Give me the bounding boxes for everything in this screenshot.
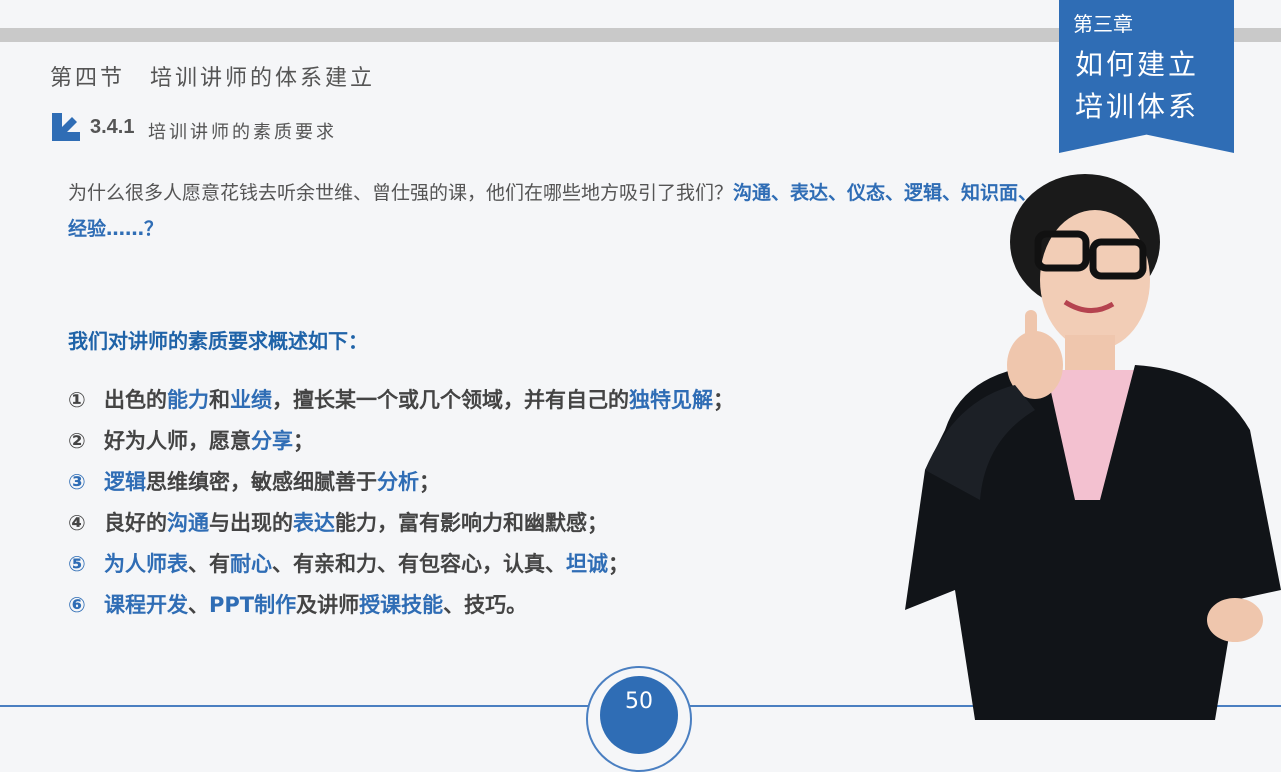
subsection-title: 培训讲师的素质要求 <box>148 122 337 143</box>
arrow-down-right-icon <box>52 113 80 141</box>
item-text: 能力，富有影响力和幽默感； <box>335 511 608 535</box>
highlight-text: PPT制作 <box>209 593 297 617</box>
item-text: 、 <box>188 593 209 617</box>
list-item: ⑤ 为人师表、有耐心、有亲和力、有包容心，认真、坦诚； <box>68 548 734 589</box>
item-text: 和 <box>209 388 230 412</box>
highlight-text: 业绩 <box>230 388 272 412</box>
highlight-text: 逻辑 <box>104 470 146 494</box>
highlight-text: 表达 <box>293 511 335 535</box>
highlight-text: 授课技能 <box>359 593 444 617</box>
item-text: ； <box>713 388 734 412</box>
item-text: 良好的 <box>104 511 167 535</box>
highlight-text: 课程开发 <box>104 593 188 617</box>
item-text: 与出现的 <box>209 511 293 535</box>
chapter-ribbon: 第三章 如何建立培训体系 <box>1059 0 1234 153</box>
page-number: 50 <box>600 676 678 754</box>
highlight-text: 沟通 <box>167 511 209 535</box>
item-text: 好为人师，愿意 <box>104 429 251 453</box>
list-item-number: ① <box>68 388 86 412</box>
list-item-number: ③ <box>68 470 86 494</box>
list-item-number: ⑥ <box>68 593 86 617</box>
item-text: 、有亲和力、有包容心，认真、 <box>272 552 566 576</box>
list-item: ① 出色的能力和业绩，擅长某一个或几个领域，并有自己的独特见解； <box>68 384 734 425</box>
list-item: ④ 良好的沟通与出现的表达能力，富有影响力和幽默感； <box>68 507 734 548</box>
item-text: ； <box>293 429 314 453</box>
highlight-text: 能力 <box>167 388 209 412</box>
highlight-text: 为人师表 <box>104 552 188 576</box>
item-text: ； <box>419 470 440 494</box>
highlight-text: 坦诚 <box>566 552 608 576</box>
businesswoman-photo <box>905 174 1281 720</box>
list-item-number: ④ <box>68 511 86 535</box>
highlight-text: 分析 <box>377 470 419 494</box>
list-item-number: ② <box>68 429 86 453</box>
intro-question: 为什么很多人愿意花钱去听余世维、曾仕强的课，他们在哪些地方吸引了我们？ <box>68 182 734 204</box>
section-title: 第四节 培训讲师的体系建立 <box>50 66 376 91</box>
item-text: ，擅长某一个或几个领域，并有自己的 <box>272 388 629 412</box>
item-text: ； <box>608 552 629 576</box>
item-text: 及讲师 <box>296 593 360 617</box>
list-item: ⑥ 课程开发、PPT制作及讲师授课技能、技巧。 <box>68 589 734 630</box>
highlight-text: 分享 <box>251 429 293 453</box>
item-text: 、有 <box>188 552 230 576</box>
list-item-number: ⑤ <box>68 552 86 576</box>
item-text: 、技巧。 <box>443 593 528 617</box>
summary-heading: 我们对讲师的素质要求概述如下： <box>68 329 368 353</box>
highlight-text: 独特见解 <box>629 388 713 412</box>
highlight-text: 耐心 <box>230 552 272 576</box>
requirements-list: ① 出色的能力和业绩，擅长某一个或几个领域，并有自己的独特见解； ② 好为人师，愿意分… <box>68 384 734 630</box>
list-item: ③ 逻辑思维缜密，敏感细腻善于分析； <box>68 466 734 507</box>
list-item: ② 好为人师，愿意分享； <box>68 425 734 466</box>
subsection-number: 3.4.1 <box>90 116 135 138</box>
chapter-title: 如何建立培训体系 <box>1075 48 1200 123</box>
chapter-label: 第三章 <box>1073 12 1133 36</box>
item-text: 出色的 <box>104 388 167 412</box>
item-text: 思维缜密，敏感细腻善于 <box>146 470 377 494</box>
